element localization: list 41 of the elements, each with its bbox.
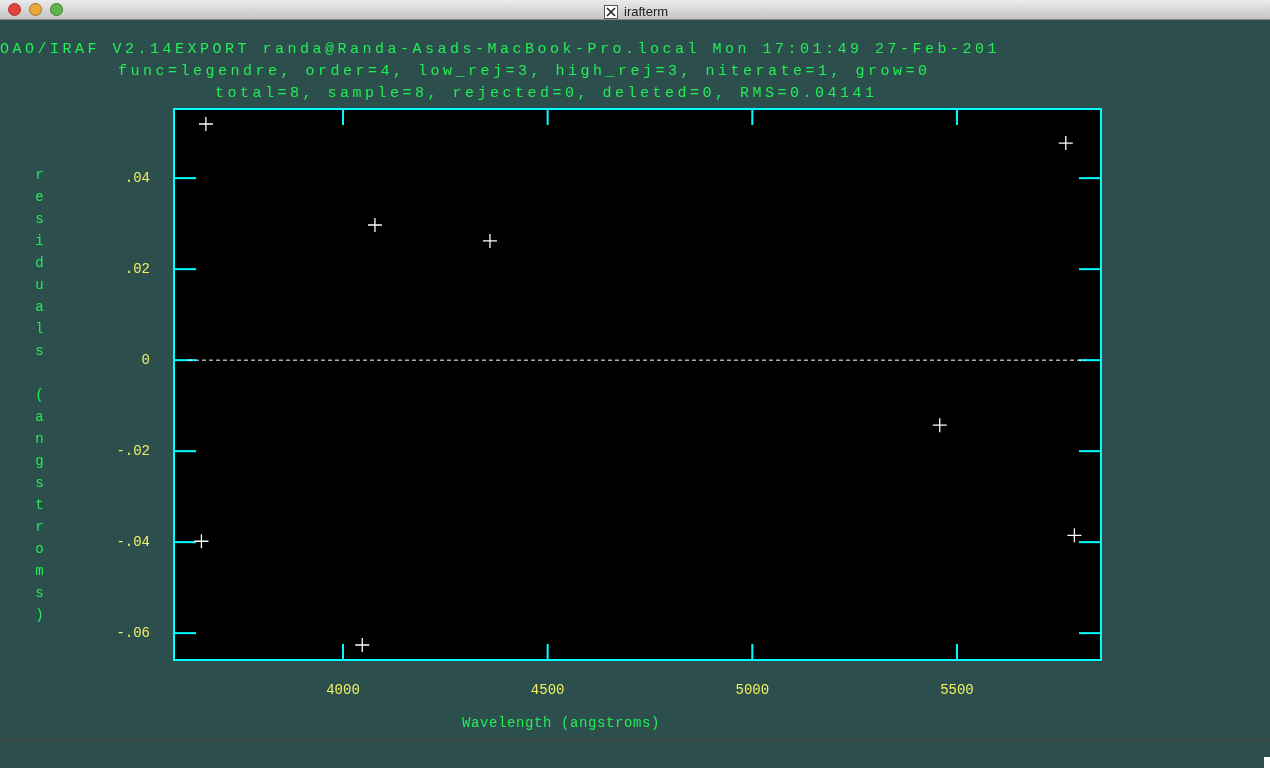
tick-mark — [1078, 177, 1102, 180]
minimize-button[interactable] — [29, 3, 42, 16]
tick-mark — [173, 359, 197, 362]
tick-mark — [342, 643, 345, 661]
x-tick-label: 4000 — [326, 682, 360, 698]
y-tick-label: -.06 — [116, 625, 150, 642]
tick-mark — [173, 268, 197, 271]
y-tick-label: .04 — [124, 170, 150, 187]
y-tick-label: -.04 — [116, 534, 150, 551]
y-tick-label: -.02 — [116, 443, 150, 460]
header-line: total=8, sample=8, rejected=0, deleted=0, RMS=0.04141 — [215, 85, 878, 102]
y-tick-label: .02 — [124, 261, 150, 278]
tick-mark — [751, 108, 754, 126]
y-axis-label: residuals (angstroms) — [35, 166, 44, 625]
tick-mark — [546, 108, 549, 126]
window-title: irafterm — [624, 3, 669, 21]
tick-mark — [173, 632, 197, 635]
tick-mark — [1078, 450, 1102, 453]
x-axis-label: Wavelength (angstroms) — [462, 715, 660, 731]
tick-mark — [173, 450, 197, 453]
x-tick-label: 5000 — [735, 682, 770, 698]
tick-mark — [1078, 632, 1102, 635]
close-button[interactable] — [8, 3, 21, 16]
x-tick-label: 5500 — [940, 682, 974, 698]
tick-mark — [955, 643, 958, 661]
header-line: func=legendre, order=4, low_rej=3, high_rej=3, niterate=1, grow=0 — [118, 63, 931, 80]
y-tick-label: 0 — [141, 352, 150, 369]
tick-mark — [1078, 541, 1102, 544]
x-logo-icon — [604, 4, 618, 19]
tick-mark — [546, 643, 549, 661]
tick-mark — [751, 643, 754, 661]
cursor-block — [1264, 757, 1270, 768]
tick-mark — [342, 108, 345, 126]
tick-mark — [1078, 359, 1102, 362]
tick-mark — [955, 108, 958, 126]
tick-mark — [1078, 268, 1102, 271]
header-line: OAO/IRAF V2.14EXPORT randa@Randa-Asads-MacBook-Pro.local Mon 17:01:49 27-Feb-201 — [0, 41, 1001, 58]
tick-mark — [173, 177, 197, 180]
x-tick-label: 4500 — [530, 682, 565, 698]
tick-mark — [173, 541, 197, 544]
zoom-button[interactable] — [50, 3, 63, 16]
